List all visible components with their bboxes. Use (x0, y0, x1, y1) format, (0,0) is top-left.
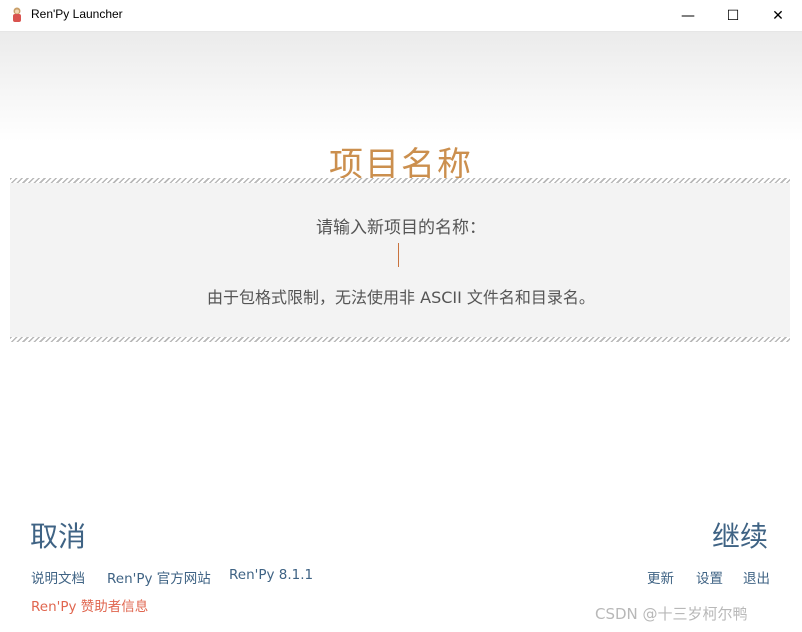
cancel-button[interactable]: 取消 (30, 515, 86, 555)
ascii-limitation-note: 由于包格式限制，无法使用非 ASCII 文件名和目录名。 (207, 288, 595, 307)
window-title: Ren'Py Launcher (31, 7, 123, 21)
maximize-button[interactable]: ☐ (710, 0, 756, 31)
documentation-link[interactable]: 说明文档 (31, 567, 85, 587)
preferences-link[interactable]: 设置 (696, 567, 723, 587)
close-icon: ✕ (772, 7, 784, 24)
maximize-icon: ☐ (726, 7, 740, 24)
minimize-icon: — (681, 7, 695, 24)
renpy-website-link[interactable]: Ren'Py 官方网站 (107, 567, 211, 587)
watermark: CSDN @十三岁柯尔鸭 (595, 605, 748, 623)
update-link[interactable]: 更新 (647, 567, 674, 587)
title-bar: Ren'Py Launcher — ☐ ✕ (0, 0, 802, 32)
renpy-version-link[interactable]: Ren'Py 8.1.1 (229, 567, 313, 583)
quit-link[interactable]: 退出 (743, 567, 770, 587)
project-name-prompt: 请输入新项目的名称： (316, 218, 486, 238)
close-button[interactable]: ✕ (755, 0, 801, 31)
bottom-divider (10, 337, 790, 342)
text-caret (398, 243, 399, 267)
continue-button[interactable]: 继续 (712, 515, 768, 555)
renpy-app-icon (13, 7, 21, 22)
project-name-input[interactable] (386, 240, 416, 270)
sponsor-link[interactable]: Ren'Py 赞助者信息 (31, 595, 148, 615)
minimize-button[interactable]: — (665, 0, 711, 31)
